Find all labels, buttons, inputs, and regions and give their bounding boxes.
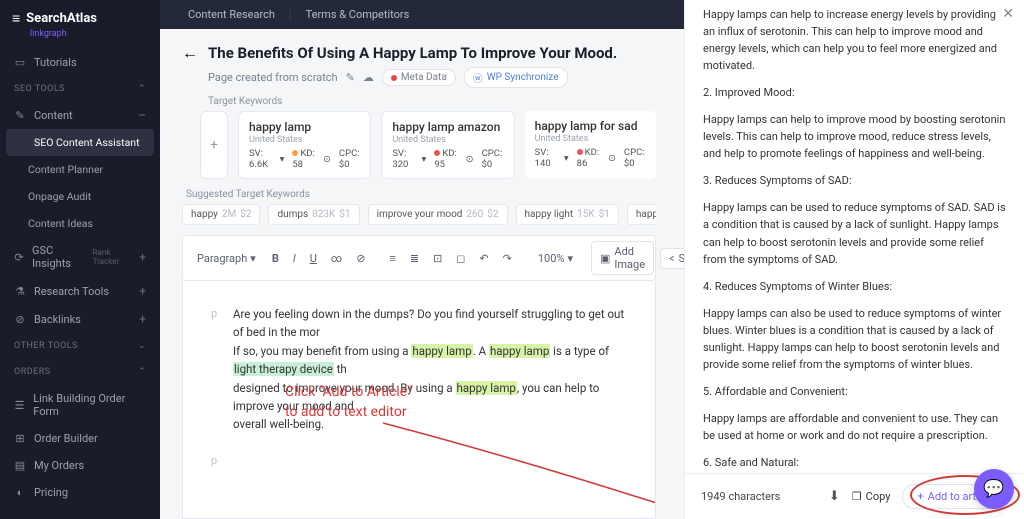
tab-terms-competitors[interactable]: Terms & Competitors — [306, 8, 410, 21]
meta-data-chip[interactable]: Meta Data — [382, 69, 456, 86]
cart-icon: ⊞ — [14, 432, 26, 445]
ai-panel-footer: 1949 characters ⬇ ❐ Copy + Add to articl… — [685, 473, 1024, 519]
nav-onpage-audit[interactable]: Onpage Audit — [0, 183, 160, 210]
nav-content[interactable]: ✎ Content − — [0, 102, 160, 129]
main: Content Research | Terms & Competitors ←… — [160, 0, 684, 519]
tab-content-research[interactable]: Content Research — [188, 8, 275, 21]
target-keywords-label: Target Keywords — [208, 96, 656, 107]
p-tag: p — [211, 452, 221, 470]
suggested-pill[interactable]: happy light amazon2K$1 — [627, 204, 656, 225]
nav-head-orders[interactable]: ORDERS ⌃ — [0, 359, 160, 385]
topbar: Content Research | Terms & Competitors — [160, 0, 684, 29]
cloud-icon[interactable]: ☁ — [363, 71, 374, 84]
chevron-up-icon: ⌃ — [138, 367, 146, 377]
back-icon[interactable]: ← — [182, 43, 198, 63]
redo-button[interactable]: ↷ — [499, 250, 516, 267]
keyword-row: + happy lamp United States SV: 6.6K▾KD: … — [200, 111, 656, 179]
nav-backlinks[interactable]: ⊘ Backlinks + — [0, 305, 160, 333]
nav-seo-content-assistant[interactable]: SEO Content Assistant — [6, 129, 154, 156]
nav-my-orders[interactable]: ▤My Orders — [0, 452, 160, 479]
editor[interactable]: p Are you feeling down in the dumps? Do … — [182, 281, 656, 519]
nav-head-seo[interactable]: SEO TOOLS ⌃ — [0, 76, 160, 102]
plus-icon: + — [139, 250, 146, 264]
suggested-pill[interactable]: happy2M$2 — [182, 204, 260, 225]
list-icon: ▤ — [14, 459, 26, 472]
ai-panel-body[interactable]: Happy lamps can help to increase energy … — [685, 0, 1024, 473]
suggested-pill[interactable]: dumps823K$1 — [268, 204, 359, 225]
brand-name: SearchAtlas — [26, 11, 97, 26]
nav-research[interactable]: ⚗ Research Tools + — [0, 277, 160, 305]
wordpress-icon: ⓦ — [473, 70, 483, 85]
italic-button[interactable]: I — [289, 250, 300, 267]
nav-content-planner[interactable]: Content Planner — [0, 156, 160, 183]
plus-icon: + — [139, 284, 146, 298]
sidebar: ≡ SearchAtlas linkgraph ▭ Tutorials SEO … — [0, 0, 160, 519]
page: ← The Benefits Of Using A Happy Lamp To … — [160, 29, 684, 519]
bold-button[interactable]: B — [268, 250, 283, 267]
download-icon[interactable]: ⬇ — [829, 489, 840, 504]
keyword-card[interactable]: happy lamp amazon United States SV: 320▾… — [381, 111, 514, 179]
link-icon: ⊘ — [14, 313, 26, 326]
link-button[interactable]: ∞ — [327, 250, 346, 267]
nav-gsc[interactable]: ⟳ GSC Insights Rank Tracker + — [0, 237, 160, 277]
editor-toolbar: Paragraph ▾ B I U ∞ ⊘ ≡ ≣ ⊡ ◻ ↶ ↷ 100% ▾… — [182, 235, 656, 281]
edit-icon[interactable]: ✎ — [346, 71, 355, 84]
suggested-keywords-label: Suggested Target Keywords — [186, 189, 656, 200]
underline-button[interactable]: U — [306, 250, 321, 267]
suggested-pill[interactable]: happy light15K$1 — [516, 204, 619, 225]
suggested-pill[interactable]: improve your mood260$2 — [368, 204, 508, 225]
form-icon: ☰ — [14, 399, 25, 412]
nav-content-ideas[interactable]: Content Ideas — [0, 210, 160, 237]
page-subtitle: Page created from scratch — [208, 71, 338, 84]
minus-icon: − — [138, 112, 146, 120]
chevron-up-icon: ⌃ — [138, 84, 146, 94]
nav-tutorials[interactable]: ▭ Tutorials — [0, 49, 160, 76]
wp-sync-chip[interactable]: ⓦWP Synchronize — [464, 67, 568, 88]
char-count: 1949 characters — [701, 490, 780, 503]
menu-icon: ≡ — [12, 10, 20, 27]
plus-icon: + — [139, 312, 146, 326]
chevron-down-icon: ⌄ — [138, 341, 146, 351]
keyword-card[interactable]: happy lamp United States SV: 6.6K▾KD: 58… — [238, 111, 371, 179]
add-keyword-button[interactable]: + — [200, 111, 228, 179]
annotation-text: Click "Add to Article"to add to text edi… — [285, 383, 412, 422]
keyword-card[interactable]: happy lamp for sad United States SV: 140… — [525, 111, 656, 179]
zoom-select[interactable]: 100% ▾ — [532, 250, 579, 267]
add-image-button[interactable]: ▣ Add Image — [591, 241, 654, 275]
paragraph-select[interactable]: Paragraph ▾ — [191, 250, 262, 267]
close-icon[interactable]: ✕ — [1002, 6, 1014, 22]
share-button[interactable]: <Share — [660, 248, 684, 269]
p-tag: p — [211, 305, 219, 434]
list-ul-button[interactable]: ≡ — [385, 250, 399, 267]
pencil-icon: ✎ — [14, 109, 26, 122]
ai-panel: ✕ Happy lamps can help to increase energ… — [684, 0, 1024, 519]
undo-button[interactable]: ↶ — [475, 250, 492, 267]
nav-link-building[interactable]: ☰Link Building Order Form — [0, 385, 160, 425]
book-icon: ▭ — [14, 56, 26, 69]
brand-sub: linkgraph — [0, 29, 160, 39]
nav-head-other[interactable]: OTHER TOOLS ⌄ — [0, 333, 160, 359]
suggested-row: happy2M$2 dumps823K$1 improve your mood2… — [182, 204, 656, 225]
chat-button[interactable]: 💬 — [974, 469, 1014, 509]
list-ol-button[interactable]: ≣ — [406, 250, 423, 267]
code-button[interactable]: ◻ — [452, 250, 469, 267]
nav-order-builder[interactable]: ⊞Order Builder — [0, 425, 160, 452]
nav-pricing[interactable]: ◐Pricing — [0, 479, 160, 506]
tag-icon: ◐ — [14, 486, 26, 499]
quote-button[interactable]: ⊡ — [429, 250, 446, 267]
flask-icon: ⚗ — [14, 285, 26, 298]
copy-button[interactable]: ❐ Copy — [852, 490, 891, 503]
page-title: The Benefits Of Using A Happy Lamp To Im… — [208, 44, 617, 62]
unlink-button[interactable]: ⊘ — [352, 250, 369, 267]
chart-icon: ⟳ — [14, 251, 24, 264]
